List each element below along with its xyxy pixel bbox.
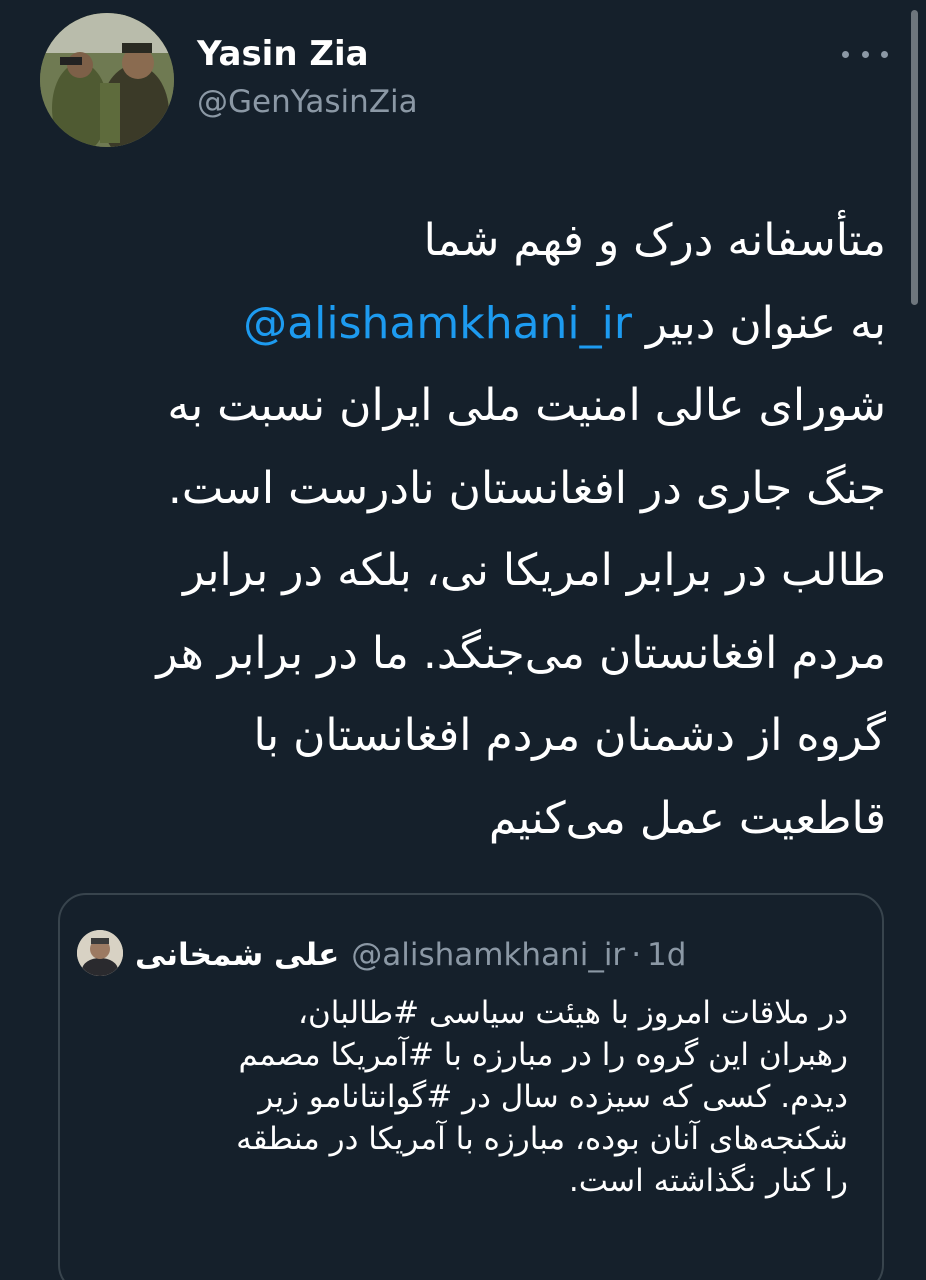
tweet-line: متأسفانه درک و فهم شما [423,215,886,266]
quoted-author-name[interactable]: علی شمخانی [135,937,339,973]
quoted-author-avatar[interactable] [77,930,123,976]
quoted-line: را کنار نگذاشته است. [568,1163,848,1199]
more-horizontal-icon [842,50,849,58]
more-options-button[interactable] [842,42,888,66]
scrollbar[interactable] [911,10,918,305]
quoted-line: دیدم. کسی که سیزده سال در #گوانتانامو زی… [258,1079,848,1115]
quoted-tweet-card[interactable]: علی شمخانی @alishamkhani_ir · 1d در ملاق… [58,893,884,1280]
avatar-photo-icon [40,13,174,147]
quoted-line: در ملاقات امروز با هیئت سیاسی #طالبان، [298,995,848,1031]
author-avatar[interactable] [40,13,174,147]
tweet-line: جنگ جاری در افغانستان نادرست است. [167,462,886,514]
quoted-tweet-header: علی شمخانی @alishamkhani_ir · 1d [135,933,686,977]
tweet-text: متأسفانه درک و فهم شما به عنوان دبیر @al… [60,200,886,860]
tweet-detail: Yasin Zia @GenYasinZia متأسفانه درک و فه… [0,0,926,1280]
quoted-line: شکنجه‌های آنان بوده، مبارزه با آمریکا در… [236,1121,848,1157]
quoted-avatar-photo-icon [77,930,123,976]
quoted-author-handle[interactable]: @alishamkhani_ir [351,937,625,973]
tweet-line: شورای عالی امنیت ملی ایران نسبت به [167,380,886,431]
tweet-line: گروه از دشمنان مردم افغانستان با [253,710,886,761]
tweet-line: قاطعیت عمل می‌کنیم [488,792,886,844]
quoted-line: رهبران این گروه را در مبارزه با #آمریکا … [238,1037,848,1073]
author-display-name[interactable]: Yasin Zia [197,34,369,74]
separator-dot: · [631,937,642,973]
tweet-line: طالب در برابر امریکا نی، بلکه در برابر [182,545,886,596]
quoted-tweet-time[interactable]: 1d [647,937,686,973]
tweet-line: به عنوان دبیر [645,297,886,349]
more-dot [881,50,888,58]
tweet-line: مردم افغانستان می‌جنگد. ما در برابر هر [156,627,886,679]
author-handle[interactable]: @GenYasinZia [197,84,418,120]
mention-link[interactable]: @alishamkhani_ir [243,298,632,349]
tweet-line-with-mention: به عنوان دبیر @alishamkhani_ir [60,283,886,366]
more-dot [861,50,869,58]
quoted-tweet-text: در ملاقات امروز با هیئت سیاسی #طالبان، ر… [70,992,848,1202]
